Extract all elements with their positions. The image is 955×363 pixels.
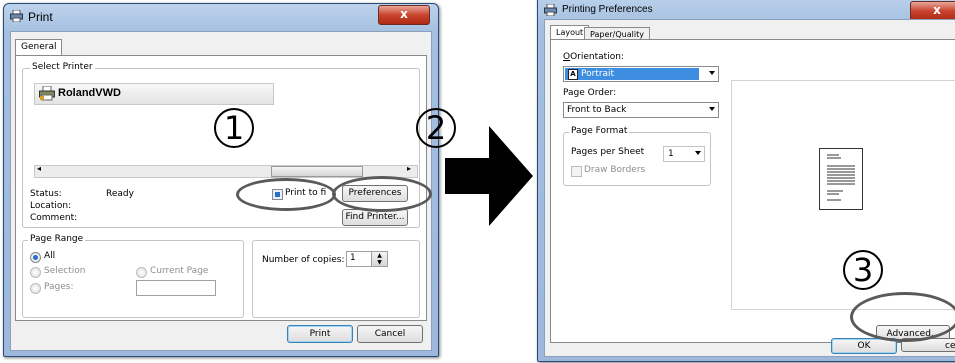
chevron-down-icon: [695, 151, 701, 155]
copies-group: [252, 240, 420, 318]
printer-icon: [39, 86, 55, 101]
print-button[interactable]: Print: [287, 325, 353, 343]
status-value: Ready: [106, 189, 134, 199]
preferences-title: Printing Preferences: [562, 4, 653, 15]
status-label: Status:: [30, 189, 62, 199]
copies-label: Number of copies:: [262, 255, 345, 265]
range-all-radio[interactable]: [30, 252, 41, 263]
callout-ellipse-1: [236, 178, 336, 211]
orientation-select[interactable]: A Portrait: [563, 66, 719, 82]
range-current-page-label[interactable]: Current Page: [150, 266, 208, 276]
portrait-icon: A: [568, 69, 578, 80]
print-dialog-title: Print: [28, 10, 53, 24]
copies-spinner-icon[interactable]: ▲ ▼: [371, 252, 387, 266]
page-format-label: Page Format: [569, 126, 630, 136]
chevron-down-icon: [709, 71, 715, 75]
pages-per-sheet-select[interactable]: 1: [663, 146, 705, 162]
close-icon[interactable]: x: [910, 1, 955, 21]
page-range-group: [22, 240, 244, 318]
scroll-right-icon[interactable]: ▸: [407, 164, 411, 173]
range-selection-radio[interactable]: [30, 267, 41, 278]
print-dialog-client: General Select Printer RolandVWD ◂ ▸ Sta…: [10, 31, 432, 351]
page-order-value: Front to Back: [567, 105, 627, 115]
printer-icon: [544, 4, 557, 16]
arrow-right-icon: [445, 126, 533, 226]
page-preview-document-icon: [819, 148, 863, 210]
page-order-label: Page Order:: [563, 88, 617, 98]
draw-borders-checkbox[interactable]: [571, 166, 582, 177]
range-current-page-radio[interactable]: [136, 267, 147, 278]
general-tab-panel: Select Printer RolandVWD ◂ ▸ Status: Rea…: [15, 55, 432, 321]
pages-input[interactable]: [136, 280, 216, 296]
print-dialog-titlebar[interactable]: Print x: [4, 4, 438, 30]
location-label: Location:: [30, 201, 72, 211]
step-3-marker: 3: [843, 250, 883, 290]
preferences-titlebar[interactable]: Printing Preferences x: [538, 0, 955, 21]
close-icon[interactable]: x: [378, 5, 430, 25]
orientation-value: Portrait: [581, 69, 615, 79]
copies-value: 1: [350, 253, 356, 263]
callout-ellipse-2: [332, 176, 432, 212]
pages-per-sheet-label: Pages per Sheet: [571, 147, 645, 157]
page-order-select[interactable]: Front to Back: [563, 102, 719, 118]
pages-per-sheet-value: 1: [668, 149, 674, 159]
cancel-button[interactable]: Cancel: [357, 325, 423, 343]
printer-name[interactable]: RolandVWD: [58, 87, 121, 99]
page-range-label: Page Range: [28, 234, 86, 244]
comment-label: Comment:: [30, 213, 78, 223]
range-selection-label[interactable]: Selection: [44, 266, 85, 276]
select-printer-label: Select Printer: [30, 62, 95, 72]
chevron-down-icon: [709, 107, 715, 111]
orientation-label: OOrientation:: [563, 52, 624, 62]
printer-icon: [10, 10, 23, 22]
callout-ellipse-3: [850, 292, 955, 342]
scroll-thumb[interactable]: [271, 166, 363, 177]
range-pages-radio[interactable]: [30, 283, 41, 294]
step-1-marker: 1: [214, 108, 254, 148]
range-pages-label[interactable]: Pages:: [44, 282, 74, 292]
copies-input[interactable]: 1 ▲ ▼: [346, 251, 388, 267]
range-all-label[interactable]: All: [44, 251, 55, 261]
print-dialog: Print x General Select Printer RolandVWD…: [3, 3, 439, 357]
scroll-left-icon[interactable]: ◂: [37, 164, 41, 173]
draw-borders-label[interactable]: Draw Borders: [584, 165, 645, 175]
